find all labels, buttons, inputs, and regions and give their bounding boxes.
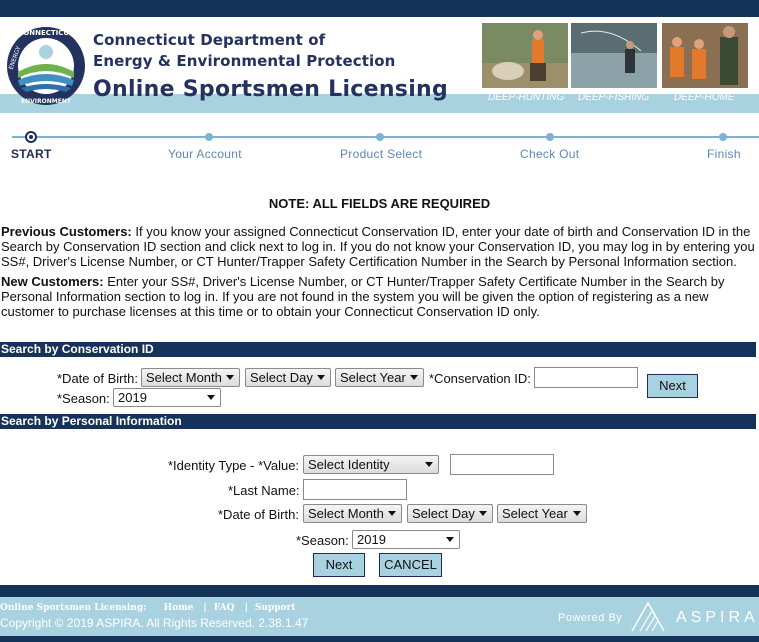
cid-day-select[interactable]: Select Day xyxy=(245,368,331,387)
aspira-logo-icon xyxy=(631,601,665,632)
footer-separator: | xyxy=(203,603,207,613)
top-bar xyxy=(0,0,759,17)
pi-next-button[interactable]: Next xyxy=(313,553,365,577)
hunting-photo-link[interactable] xyxy=(482,23,568,88)
step-dot-start xyxy=(25,131,37,143)
cid-dob-label: *Date of Birth: xyxy=(57,371,138,386)
home-photo-link[interactable] xyxy=(662,23,748,88)
previous-customers-text: Previous Customers: If you know your ass… xyxy=(1,224,757,269)
pi-season-label: *Season: xyxy=(296,533,349,548)
footer-support-link[interactable]: Support xyxy=(255,603,296,613)
department-subtitle: Energy & Environmental Protection xyxy=(93,52,396,70)
new-customers-text: New Customers: Enter your SS#, Driver's … xyxy=(1,274,757,319)
cid-month-value: Select Month xyxy=(146,370,222,385)
pi-day-value: Select Day xyxy=(412,506,475,521)
step-product-select: Product Select xyxy=(340,147,423,161)
cid-day-value: Select Day xyxy=(250,370,313,385)
new-customers-body: Enter your SS#, Driver's License Number,… xyxy=(1,274,725,319)
chevron-down-icon xyxy=(573,511,581,516)
pi-month-select[interactable]: Select Month xyxy=(303,504,402,523)
pi-dob-label: *Date of Birth: xyxy=(218,507,299,522)
aspira-brand: ASPIRA xyxy=(676,609,759,626)
deep-logo: CONNECTICUT ENERGY ENVIRONMENT xyxy=(7,27,85,105)
chevron-down-icon xyxy=(410,375,418,380)
pi-season-value: 2019 xyxy=(357,532,386,547)
cid-next-button[interactable]: Next xyxy=(647,374,698,398)
new-customers-heading: New Customers: xyxy=(1,274,104,289)
cid-month-select[interactable]: Select Month xyxy=(141,368,240,387)
chevron-down-icon xyxy=(226,375,234,380)
chevron-down-icon xyxy=(388,511,396,516)
step-check-out: Check Out xyxy=(520,147,580,161)
pi-year-value: Select Year xyxy=(502,506,568,521)
chevron-down-icon xyxy=(317,375,325,380)
identity-type-select[interactable]: Select Identity xyxy=(303,455,439,474)
step-start: START xyxy=(11,147,52,161)
pi-year-select[interactable]: Select Year xyxy=(497,504,587,523)
footer-bottom-bar xyxy=(0,636,759,642)
logo-text-top: CONNECTICUT xyxy=(18,29,74,37)
pi-month-value: Select Month xyxy=(308,506,384,521)
app-title: Online Sportsmen Licensing xyxy=(93,77,449,102)
conservation-id-label: *Conservation ID: xyxy=(429,371,531,386)
step-dot-finish xyxy=(719,133,727,141)
last-name-input[interactable] xyxy=(303,479,407,500)
pi-season-select[interactable]: 2019 xyxy=(352,530,460,549)
footer-separator: | xyxy=(244,603,248,613)
hunting-photo xyxy=(482,23,568,88)
search-by-cid-header: Search by Conservation ID xyxy=(0,342,756,357)
step-dot-product-select xyxy=(376,133,384,141)
pi-day-select[interactable]: Select Day xyxy=(407,504,493,523)
identity-type-label: *Identity Type - *Value: xyxy=(168,458,300,473)
deep-home-link[interactable]: DEEP-HOME xyxy=(674,92,735,103)
chevron-down-icon xyxy=(425,462,433,467)
fishing-photo xyxy=(571,23,657,88)
chevron-down-icon xyxy=(446,537,454,542)
footer-home-link[interactable]: Home xyxy=(164,603,194,613)
step-your-account: Your Account xyxy=(168,147,242,161)
cid-season-label: *Season: xyxy=(57,391,110,406)
chevron-down-icon xyxy=(207,395,215,400)
cid-season-value: 2019 xyxy=(118,390,147,405)
deep-fishing-link[interactable]: DEEP-FISHING xyxy=(578,92,649,103)
progress-line xyxy=(12,136,759,138)
powered-by: Powered By xyxy=(558,612,623,624)
footer-band xyxy=(0,585,759,597)
department-name: Connecticut Department of xyxy=(93,31,326,49)
footer-links: Online Sportsmen Licensing: Home | FAQ | S… xyxy=(0,603,295,613)
search-by-personal-info-header: Search by Personal Information xyxy=(0,414,756,429)
copyright: Copyright © 2019 ASPIRA. All Rights Rese… xyxy=(0,616,309,630)
identity-type-value: Select Identity xyxy=(308,457,390,472)
footer: Online Sportsmen Licensing: Home | FAQ | S… xyxy=(0,597,759,636)
header: CONNECTICUT ENERGY ENVIRONMENT Connectic… xyxy=(0,17,759,114)
previous-customers-heading: Previous Customers: xyxy=(1,224,132,239)
last-name-label: *Last Name: xyxy=(228,483,300,498)
footer-faq-link[interactable]: FAQ xyxy=(214,603,235,613)
home-photo xyxy=(662,23,748,88)
logo-text-bottom: ENVIRONMENT xyxy=(21,98,72,105)
progress-steps: START Your Account Product Select Check … xyxy=(0,129,759,165)
step-finish: Finish xyxy=(707,147,741,161)
cid-season-select[interactable]: 2019 xyxy=(113,388,221,407)
step-dot-your-account xyxy=(205,133,213,141)
step-dot-check-out xyxy=(546,133,554,141)
cid-year-select[interactable]: Select Year xyxy=(335,368,424,387)
cid-year-value: Select Year xyxy=(340,370,406,385)
fishing-photo-link[interactable] xyxy=(571,23,657,88)
deep-hunting-link[interactable]: DEEP-HUNTING xyxy=(488,92,564,103)
conservation-id-input[interactable] xyxy=(534,367,638,388)
cancel-button[interactable]: CANCEL xyxy=(379,553,442,577)
chevron-down-icon xyxy=(479,511,487,516)
identity-value-input[interactable] xyxy=(450,454,554,475)
footer-app-name: Online Sportsmen Licensing: xyxy=(0,603,147,613)
required-note: NOTE: ALL FIELDS ARE REQUIRED xyxy=(268,196,491,211)
